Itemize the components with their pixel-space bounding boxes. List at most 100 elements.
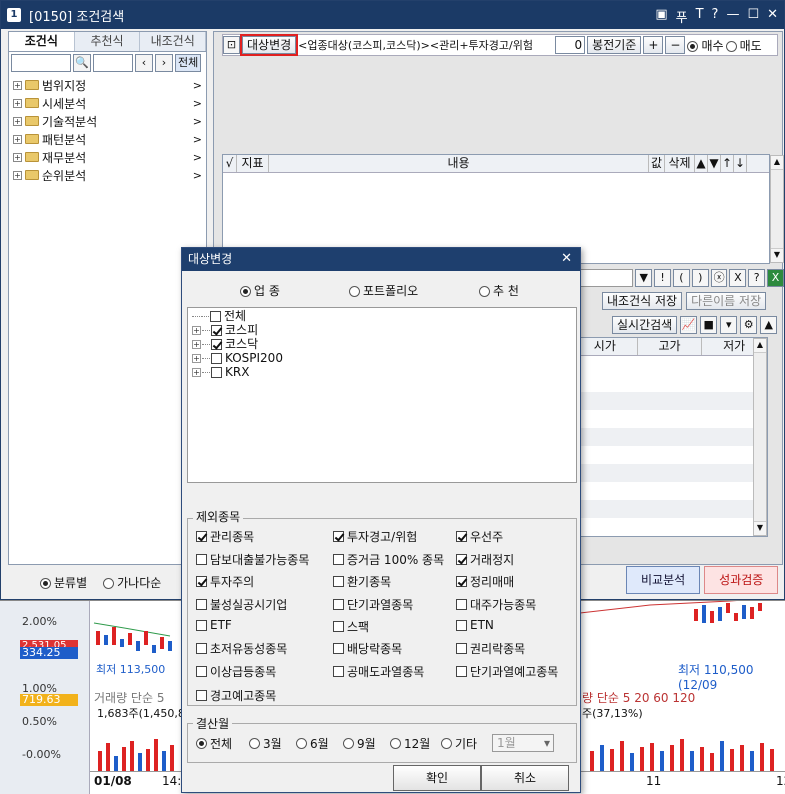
exclude-item[interactable]: ETF bbox=[196, 618, 232, 632]
checkbox[interactable] bbox=[211, 338, 222, 350]
tab-recommended[interactable]: 추천식 bbox=[74, 32, 141, 51]
search-result-field[interactable] bbox=[93, 54, 133, 72]
radio-recommended[interactable]: 추 천 bbox=[479, 282, 519, 299]
exclude-item[interactable]: 대주가능종목 bbox=[456, 596, 536, 613]
expression-field[interactable] bbox=[574, 269, 634, 287]
candle-offset-input[interactable]: 0 bbox=[555, 36, 586, 54]
checkbox[interactable] bbox=[456, 643, 467, 654]
font-size-icon[interactable]: T bbox=[696, 7, 704, 26]
chart-icon[interactable]: 📈 bbox=[680, 316, 698, 334]
exclude-item[interactable]: 정리매매 bbox=[456, 573, 514, 590]
exclude-item[interactable]: 담보대출불가능종목 bbox=[196, 551, 309, 568]
expand-icon[interactable]: + bbox=[13, 152, 22, 162]
result-scrollbar[interactable]: ▲ ▼ bbox=[753, 338, 767, 536]
plus-button[interactable]: + bbox=[643, 36, 664, 54]
exclude-item[interactable]: 환기종목 bbox=[333, 573, 391, 590]
exclude-item[interactable]: 투자주의 bbox=[196, 573, 254, 590]
tree-item-kospi200[interactable]: + KOSPI200 bbox=[192, 351, 572, 365]
checkbox[interactable] bbox=[333, 643, 344, 654]
radio-settle-9[interactable]: 9월 bbox=[343, 735, 376, 752]
checkbox[interactable] bbox=[211, 324, 222, 336]
screen-link-icon[interactable]: ▣ bbox=[655, 7, 667, 26]
radio-settle-other[interactable]: 기타 bbox=[441, 735, 477, 752]
indicator-scrollbar[interactable]: ▲ ▼ bbox=[770, 155, 784, 263]
open-paren-button[interactable]: ( bbox=[673, 269, 690, 287]
all-button[interactable]: 전체 bbox=[175, 54, 202, 72]
checkbox[interactable] bbox=[333, 621, 344, 632]
checkbox[interactable] bbox=[456, 666, 467, 677]
gear-icon[interactable]: ⚙ bbox=[740, 316, 758, 334]
scroll-down-icon[interactable]: ▼ bbox=[771, 248, 783, 262]
close-icon[interactable]: ✕ bbox=[767, 7, 778, 26]
checkbox[interactable] bbox=[196, 576, 207, 587]
close-paren-button[interactable]: ) bbox=[691, 269, 709, 287]
candle-basis-button[interactable]: 봉전기준 bbox=[587, 36, 642, 54]
radio-portfolio[interactable]: 포트폴리오 bbox=[349, 282, 418, 299]
month-select[interactable]: 1월 bbox=[492, 734, 554, 752]
move-down-icon[interactable]: ↓ bbox=[734, 155, 747, 172]
move-up-icon[interactable]: ↑ bbox=[721, 155, 734, 172]
exclude-item[interactable]: 단기과열예고종목 bbox=[456, 663, 558, 680]
expand-icon[interactable]: + bbox=[13, 116, 22, 126]
exclude-item[interactable]: 우선주 bbox=[456, 528, 503, 545]
exclude-item[interactable]: 거래정지 bbox=[456, 551, 514, 568]
move-top-icon[interactable]: ▲ bbox=[695, 155, 708, 172]
compare-analysis-button[interactable]: 비교분석 bbox=[626, 566, 701, 594]
save-my-condition-button[interactable]: 내조건식 저장 bbox=[602, 292, 683, 310]
minus-button[interactable]: − bbox=[665, 36, 686, 54]
radio-settle-3[interactable]: 3월 bbox=[249, 735, 282, 752]
radio-sector[interactable]: 업 종 bbox=[240, 282, 280, 299]
checkbox[interactable] bbox=[333, 576, 344, 587]
checkbox[interactable] bbox=[196, 599, 207, 610]
expand-icon[interactable]: + bbox=[192, 325, 201, 335]
exclude-item[interactable]: ETN bbox=[456, 618, 494, 632]
expand-icon[interactable]: + bbox=[192, 353, 201, 363]
checkbox[interactable] bbox=[196, 666, 207, 677]
exclude-item[interactable]: 초저유동성종목 bbox=[196, 640, 287, 657]
panel-toggle-icon[interactable]: ⊡ bbox=[223, 36, 240, 54]
tree-item-kosdaq[interactable]: + 코스닥 bbox=[192, 337, 572, 351]
checkbox[interactable] bbox=[196, 690, 207, 701]
exclude-item[interactable]: 투자경고/위험 bbox=[333, 528, 417, 545]
tree-item-range[interactable]: + 범위지정 > bbox=[13, 76, 202, 94]
checkbox[interactable] bbox=[456, 599, 467, 610]
tree-item-ranking[interactable]: + 순위분석 > bbox=[13, 166, 202, 184]
radio-settle-6[interactable]: 6월 bbox=[296, 735, 329, 752]
menu-dropdown-icon[interactable]: ▾ bbox=[720, 316, 738, 334]
exclude-item[interactable]: 경고예고종목 bbox=[196, 687, 276, 704]
checkbox[interactable] bbox=[333, 599, 344, 610]
expand-icon[interactable]: + bbox=[192, 367, 201, 377]
excel-icon[interactable]: X bbox=[767, 269, 784, 287]
exclude-item[interactable]: 권리락종목 bbox=[456, 640, 525, 657]
radio-sell[interactable]: 매도 bbox=[725, 37, 762, 54]
stop-icon[interactable]: ■ bbox=[700, 316, 718, 334]
tree-item-kospi[interactable]: + 코스피 bbox=[192, 323, 572, 337]
pin-icon[interactable]: 푸 bbox=[676, 7, 688, 26]
radio-by-category[interactable]: 분류별 bbox=[40, 574, 87, 591]
tree-item-technical[interactable]: + 기술적분석 > bbox=[13, 112, 202, 130]
checkbox[interactable] bbox=[211, 366, 222, 378]
performance-verify-button[interactable]: 성과검증 bbox=[704, 566, 779, 594]
prev-icon[interactable]: ‹ bbox=[135, 54, 153, 72]
scroll-up-icon[interactable]: ▲ bbox=[754, 339, 766, 353]
radio-alphabetical[interactable]: 가나다순 bbox=[103, 574, 161, 591]
checkbox[interactable] bbox=[196, 531, 207, 542]
help-button[interactable]: ? bbox=[748, 269, 766, 287]
tree-item-all[interactable]: 전체 bbox=[192, 309, 572, 323]
checkbox[interactable] bbox=[456, 531, 467, 542]
search-icon[interactable]: 🔍 bbox=[73, 54, 91, 72]
expand-icon[interactable]: + bbox=[13, 80, 22, 90]
expand-icon[interactable]: + bbox=[192, 339, 201, 349]
checkbox[interactable] bbox=[333, 666, 344, 677]
radio-buy[interactable]: 매수 bbox=[687, 37, 724, 54]
collapse-icon[interactable]: ▲ bbox=[760, 316, 778, 334]
exclude-item[interactable]: 불성실공시기업 bbox=[196, 596, 287, 613]
exclude-item[interactable]: 증거금 100% 종목 bbox=[333, 551, 444, 568]
target-change-button[interactable]: 대상변경 bbox=[239, 34, 299, 56]
not-button[interactable]: ! bbox=[654, 269, 671, 287]
scroll-down-icon[interactable]: ▼ bbox=[754, 521, 766, 535]
checkbox[interactable] bbox=[210, 310, 221, 322]
maximize-icon[interactable]: ☐ bbox=[747, 7, 759, 26]
tab-conditions[interactable]: 조건식 bbox=[9, 32, 75, 51]
expand-icon[interactable]: + bbox=[13, 170, 22, 180]
